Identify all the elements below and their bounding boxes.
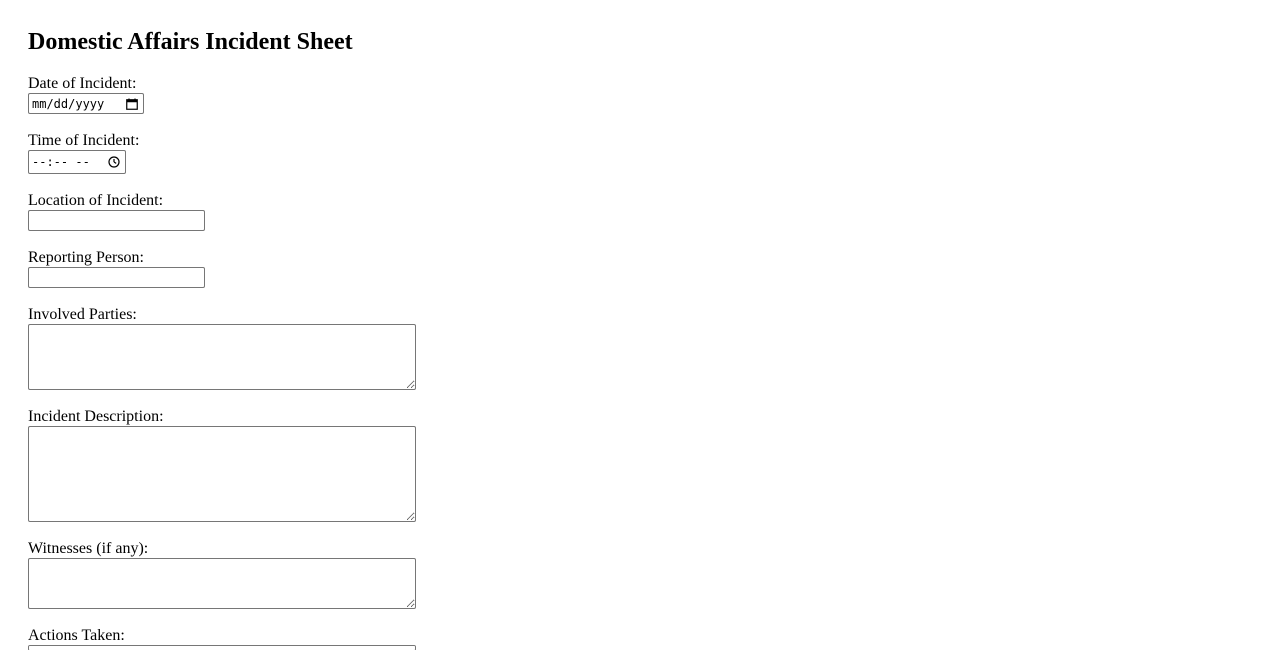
- actions-taken-textarea[interactable]: [28, 645, 416, 650]
- involved-parties-label: Involved Parties:: [28, 306, 137, 323]
- incident-description-textarea[interactable]: [28, 426, 416, 522]
- involved-parties-textarea[interactable]: [28, 324, 416, 390]
- witnesses-label: Witnesses (if any):: [28, 540, 149, 557]
- page-title: Domestic Affairs Incident Sheet: [28, 29, 353, 55]
- reporting-person-label: Reporting Person:: [28, 249, 144, 266]
- date-label: Date of Incident:: [28, 75, 137, 92]
- location-label: Location of Incident:: [28, 192, 164, 209]
- witnesses-textarea[interactable]: [28, 558, 416, 609]
- reporting-person-input[interactable]: [28, 267, 205, 288]
- time-label: Time of Incident:: [28, 132, 140, 149]
- time-field[interactable]: --:-- --: [28, 150, 126, 174]
- incident-description-label: Incident Description:: [28, 408, 164, 425]
- calendar-icon[interactable]: [125, 97, 139, 111]
- date-field[interactable]: mm/dd/yyyy: [28, 93, 144, 114]
- actions-taken-label: Actions Taken:: [28, 627, 125, 644]
- time-placeholder: --:-- --: [32, 155, 90, 169]
- clock-icon[interactable]: [107, 155, 121, 169]
- date-placeholder: mm/dd/yyyy: [32, 96, 105, 111]
- location-input[interactable]: [28, 210, 205, 231]
